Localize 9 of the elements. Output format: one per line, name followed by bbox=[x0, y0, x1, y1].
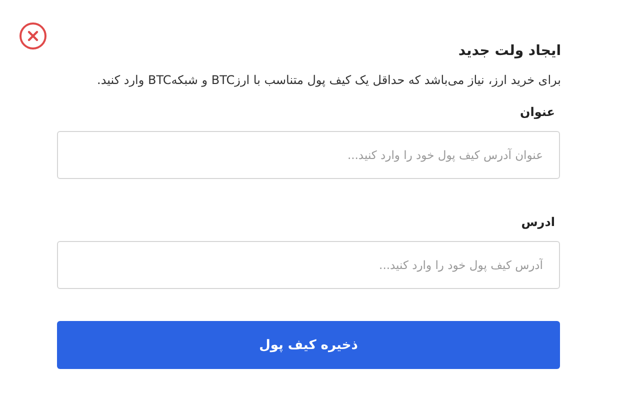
description-text: برای خرید ارز، نیاز می‌باشد که حداقل یک کیف پول متناسب با ارزBTC و شبکهBTC وارد کنید. bbox=[96, 72, 561, 89]
input-field[interactable]: عنوان آدرس کیف پول خود را وارد کنید... bbox=[57, 131, 560, 179]
save-wallet-button[interactable]: ذخیره کیف پول bbox=[57, 321, 560, 369]
close-icon bbox=[19, 22, 47, 50]
field-label: عنوان bbox=[519, 104, 555, 121]
field-label: ادرس bbox=[520, 214, 555, 231]
close-button[interactable] bbox=[19, 22, 47, 50]
input-field[interactable]: آدرس کیف پول خود را وارد کنید... bbox=[57, 241, 560, 289]
dialog-title: ایجاد ولت جدید bbox=[457, 42, 561, 61]
